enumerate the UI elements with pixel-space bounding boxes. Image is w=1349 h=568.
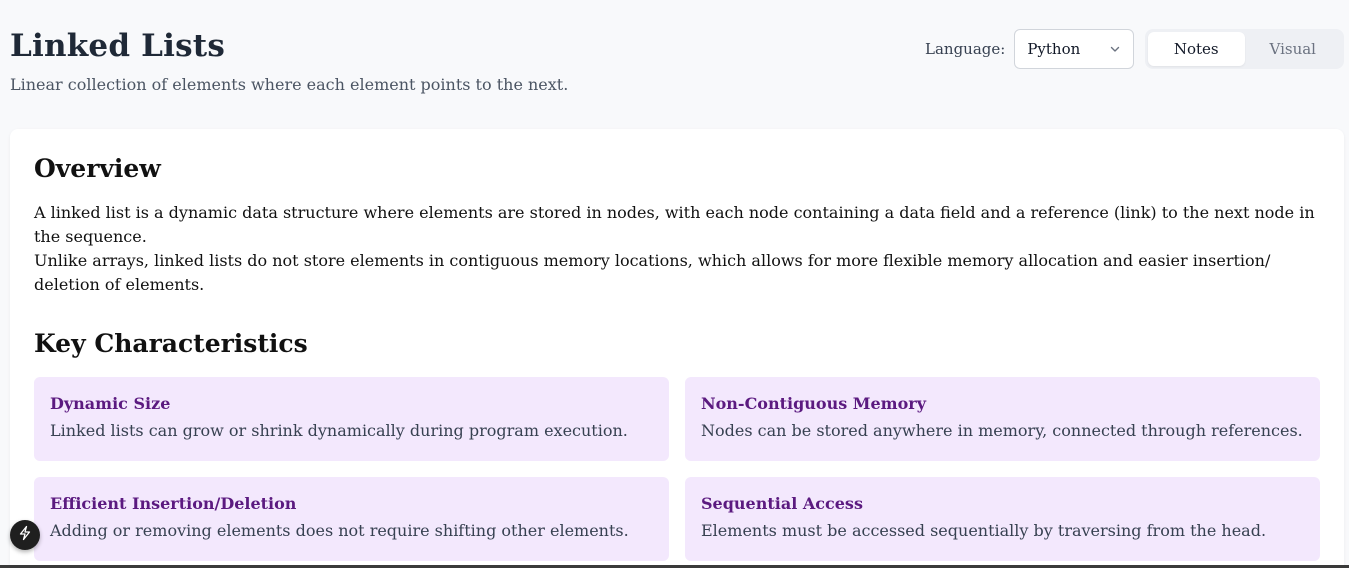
overview-paragraph-1: A linked list is a dynamic data structur… — [34, 203, 1315, 246]
page-subtitle: Linear collection of elements where each… — [10, 75, 569, 94]
notes-tab[interactable]: Notes — [1148, 32, 1245, 66]
visual-tab[interactable]: Visual — [1245, 32, 1342, 66]
feature-title: Non-Contiguous Memory — [701, 394, 926, 413]
feature-description: Nodes can be stored anywhere in memory, … — [701, 421, 1303, 440]
feature-title: Sequential Access — [701, 494, 863, 513]
content-card: Overview A linked list is a dynamic data… — [10, 129, 1344, 568]
feature-description: Linked lists can grow or shrink dynamica… — [50, 421, 628, 440]
bolt-icon — [17, 525, 33, 545]
feature-card-non-contiguous-memory: Non-Contiguous Memory Nodes can be store… — [685, 377, 1320, 461]
feature-description: Elements must be accessed sequentially b… — [701, 521, 1267, 540]
page-header: Linked Lists Linear collection of elemen… — [0, 0, 1349, 128]
feature-card-efficient-insertion-deletion: Efficient Insertion/Deletion Adding or r… — [34, 477, 669, 561]
feature-description: Adding or removing elements does not req… — [50, 521, 629, 540]
page-title: Linked Lists — [10, 28, 225, 64]
feature-title: Efficient Insertion/Deletion — [50, 494, 297, 513]
overview-heading: Overview — [34, 154, 161, 183]
language-label: Language: — [925, 40, 1006, 58]
feature-card-dynamic-size: Dynamic Size Linked lists can grow or sh… — [34, 377, 669, 461]
chevron-down-icon — [1109, 43, 1121, 55]
language-select[interactable]: Python — [1014, 29, 1135, 69]
feature-title: Dynamic Size — [50, 394, 171, 413]
key-characteristics-heading: Key Characteristics — [34, 329, 308, 358]
overview-paragraph-2: Unlike arrays, linked lists do not store… — [34, 251, 1271, 294]
language-selected-value: Python — [1027, 40, 1081, 58]
bolt-button[interactable] — [10, 520, 40, 550]
view-toggle: Notes Visual — [1145, 29, 1344, 69]
language-selector: Language: Python — [925, 29, 1135, 69]
feature-card-sequential-access: Sequential Access Elements must be acces… — [685, 477, 1320, 561]
